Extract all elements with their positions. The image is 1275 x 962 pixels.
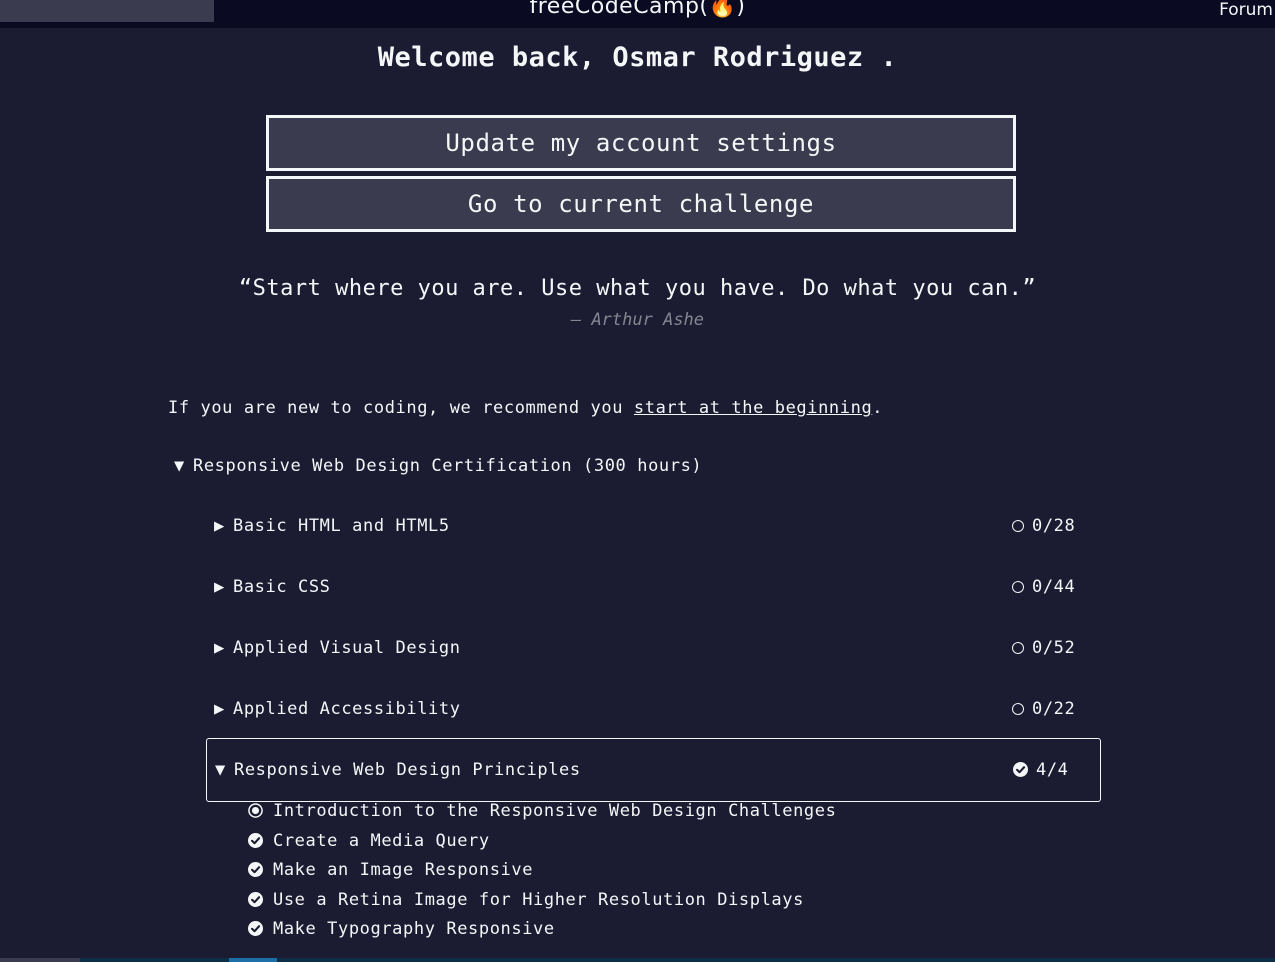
lesson-title: Make Typography Responsive — [273, 919, 555, 939]
block-applied-accessibility[interactable]: ▶ Applied Accessibility 0/22 — [206, 679, 1101, 739]
status-strip-segment — [0, 958, 80, 962]
block-title: ▶ Applied Visual Design — [214, 618, 461, 678]
certification-title: Responsive Web Design Certification (300… — [193, 456, 703, 476]
block-title-text: Basic CSS — [233, 577, 331, 597]
bottom-status-strip — [0, 958, 1275, 962]
update-account-settings-button[interactable]: Update my account settings — [266, 115, 1016, 171]
go-to-current-challenge-button[interactable]: Go to current challenge — [266, 176, 1016, 232]
collapsed-caret-icon: ▶ — [214, 577, 225, 597]
check-circle-icon — [248, 921, 263, 936]
block-progress-count: 0/28 — [1032, 516, 1076, 536]
block-title-text: Responsive Web Design Principles — [234, 760, 581, 780]
collapsed-caret-icon: ▶ — [214, 516, 225, 536]
collapsed-caret-icon: ▶ — [214, 638, 225, 658]
expanded-caret-icon: ▼ — [174, 456, 185, 476]
lesson-list: Introduction to the Responsive Web Desig… — [248, 801, 836, 949]
block-progress-count: 0/52 — [1032, 638, 1076, 658]
block-title-text: Applied Visual Design — [233, 638, 461, 658]
intro-text: If you are new to coding, we recommend y… — [168, 398, 883, 418]
block-progress: 0/22 — [1012, 679, 1075, 739]
freecodecamp-logo[interactable]: freeCodeCamp(🔥) — [0, 0, 1275, 19]
lesson-title: Use a Retina Image for Higher Resolution… — [273, 889, 804, 910]
block-applied-visual-design[interactable]: ▶ Applied Visual Design 0/52 — [206, 618, 1101, 678]
incomplete-circle-icon — [1012, 581, 1024, 593]
collapsed-caret-icon: ▶ — [214, 699, 225, 719]
block-title: ▶ Basic HTML and HTML5 — [214, 496, 450, 556]
block-progress-count: 0/44 — [1032, 577, 1076, 597]
block-title: ▶ Applied Accessibility — [214, 679, 461, 739]
quote-author: — Arthur Ashe — [570, 310, 705, 330]
motivational-quote: “Start where you are. Use what you have.… — [238, 276, 1037, 301]
expanded-caret-icon: ▼ — [215, 760, 226, 780]
intro-text-after: . — [872, 398, 884, 418]
welcome-heading: Welcome back, Osmar Rodriguez . — [377, 42, 898, 73]
intro-text-before: If you are new to coding, we recommend y… — [168, 398, 634, 418]
block-title-text: Basic HTML and HTML5 — [233, 516, 450, 536]
start-at-beginning-link[interactable]: start at the beginning — [634, 398, 872, 418]
lesson-item[interactable]: Make an Image Responsive — [248, 860, 836, 890]
forum-link[interactable]: Forum — [1219, 0, 1273, 20]
incomplete-circle-icon — [1012, 703, 1024, 715]
incomplete-circle-icon — [1012, 520, 1024, 532]
check-circle-icon — [248, 862, 263, 877]
check-circle-icon — [248, 891, 263, 907]
block-progress: 0/28 — [1012, 496, 1075, 556]
block-title-text: Applied Accessibility — [233, 699, 461, 719]
top-navigation-bar: freeCodeCamp(🔥) Forum — [0, 0, 1275, 28]
lesson-title: Make an Image Responsive — [273, 860, 534, 880]
lesson-title: Create a Media Query — [273, 830, 490, 851]
radio-dot-icon — [248, 803, 263, 818]
block-responsive-web-design-principles[interactable]: ▼ Responsive Web Design Principles 4/4 — [206, 738, 1101, 802]
block-progress: 0/52 — [1012, 618, 1075, 678]
check-circle-icon — [1013, 762, 1028, 777]
block-progress: 0/44 — [1012, 557, 1075, 617]
lesson-item[interactable]: Make Typography Responsive — [248, 919, 836, 949]
block-progress-count: 0/22 — [1032, 699, 1076, 719]
block-progress-count: 4/4 — [1036, 760, 1069, 780]
lesson-title: Introduction to the Responsive Web Desig… — [273, 801, 837, 821]
block-title: ▼ Responsive Web Design Principles — [215, 739, 581, 801]
incomplete-circle-icon — [1012, 642, 1024, 654]
lesson-item[interactable]: Create a Media Query — [248, 831, 836, 861]
lesson-item[interactable]: Introduction to the Responsive Web Desig… — [248, 801, 836, 831]
check-circle-icon — [248, 832, 263, 848]
block-progress: 4/4 — [1013, 739, 1069, 801]
lesson-item[interactable]: Use a Retina Image for Higher Resolution… — [248, 890, 836, 920]
block-basic-html[interactable]: ▶ Basic HTML and HTML5 0/28 — [206, 496, 1101, 556]
certification-header[interactable]: ▼ Responsive Web Design Certification (30… — [174, 456, 702, 476]
block-basic-css[interactable]: ▶ Basic CSS 0/44 — [206, 557, 1101, 617]
block-title: ▶ Basic CSS — [214, 557, 331, 617]
status-strip-segment — [229, 958, 277, 962]
